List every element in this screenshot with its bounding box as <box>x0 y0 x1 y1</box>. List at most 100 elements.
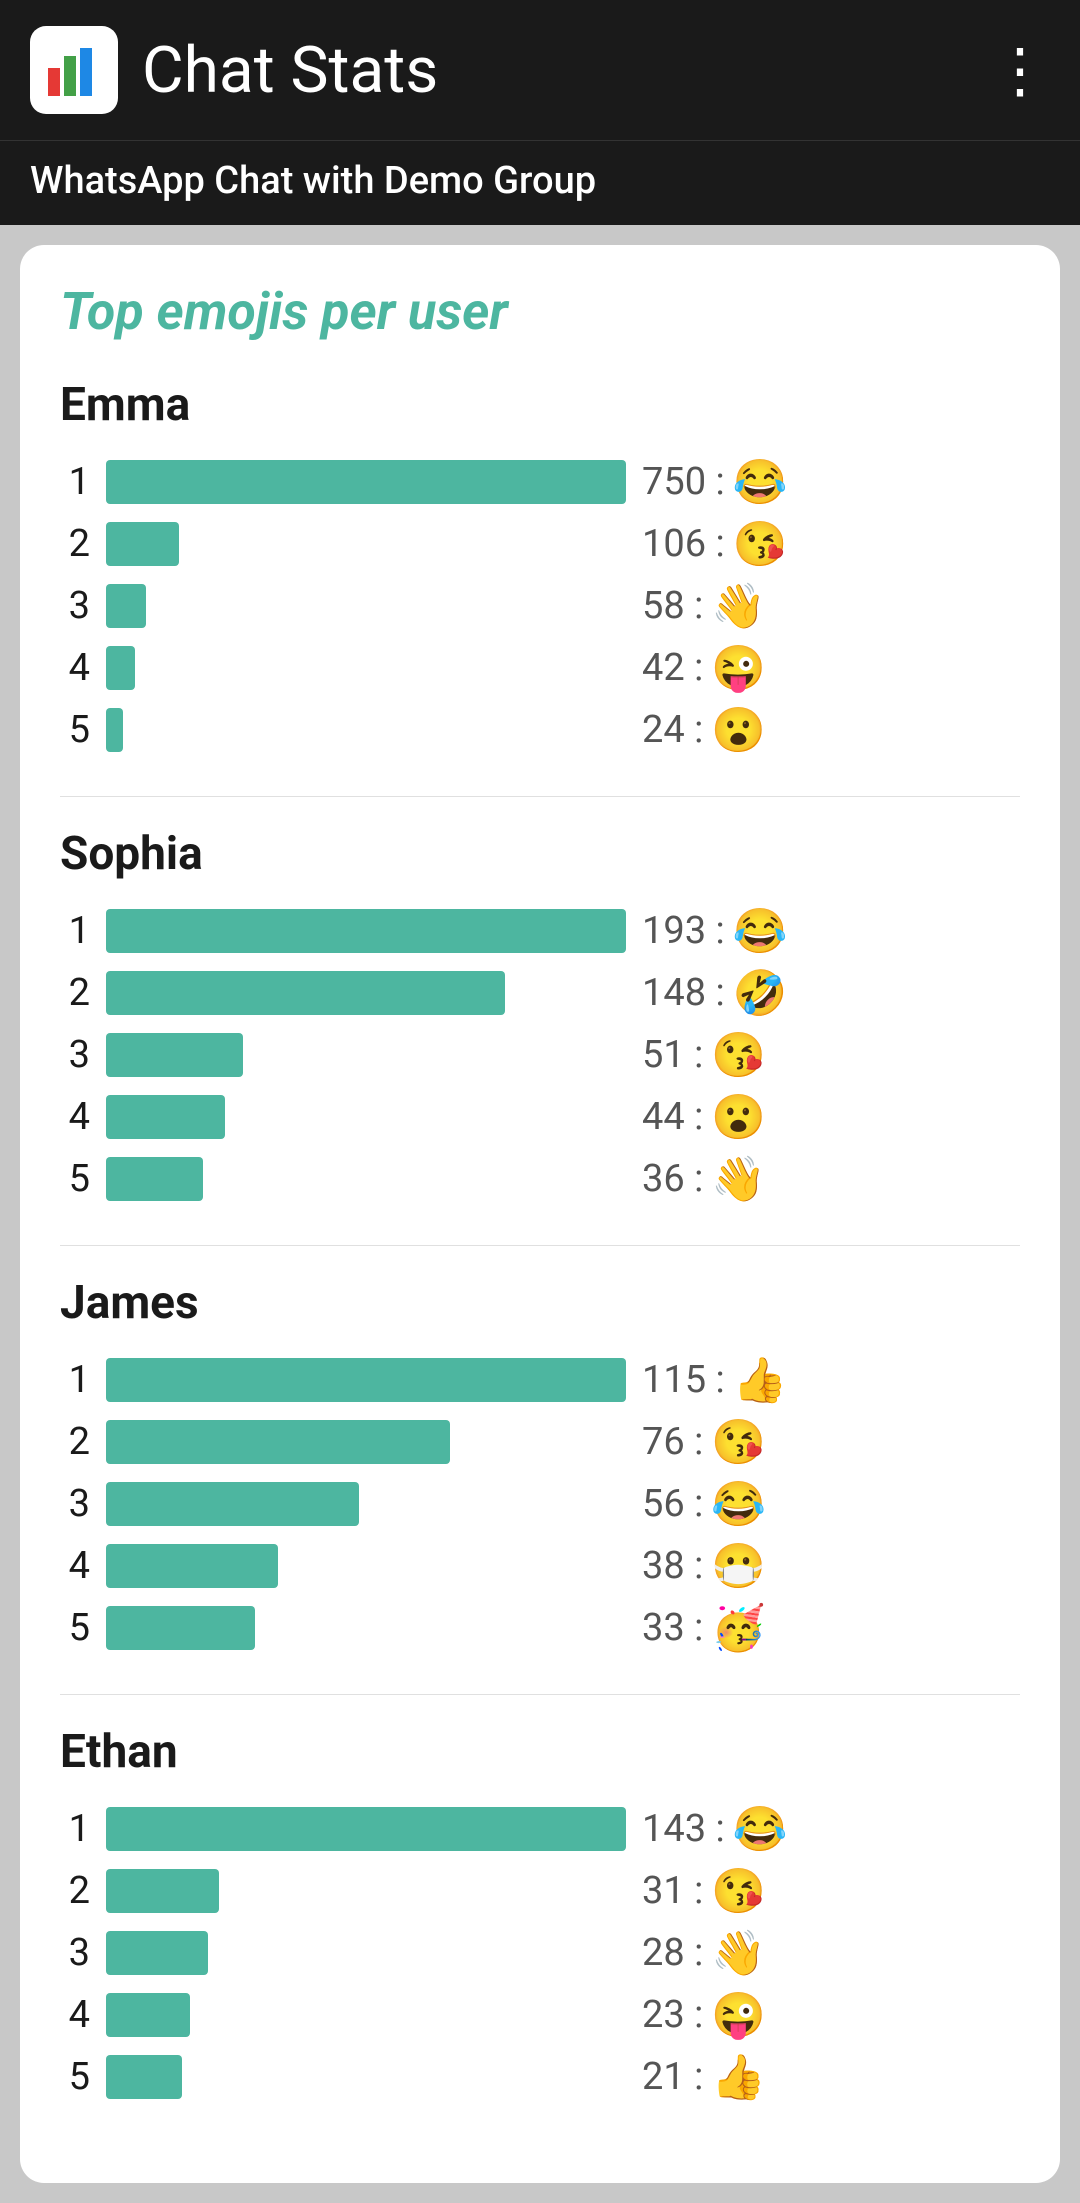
user-name: James <box>60 1276 1020 1330</box>
emoji-row: 2 76 : 😘 <box>60 1416 1020 1468</box>
emoji-row: 5 24 : 😮 <box>60 704 1020 756</box>
emoji-row: 2 106 : 😘 <box>60 518 1020 570</box>
rank-number: 1 <box>60 1807 90 1851</box>
bar <box>106 708 123 752</box>
emoji-row: 4 23 : 😜 <box>60 1989 1020 2041</box>
emoji-icon: 👍 <box>733 1354 788 1406</box>
user-section-ethan: Ethan 1 143 : 😂 2 31 : 😘 <box>60 1725 1020 2103</box>
rank-number: 2 <box>60 522 90 566</box>
bar-container <box>106 1358 626 1402</box>
bar-container <box>106 584 626 628</box>
rank-number: 4 <box>60 1993 90 2037</box>
count-emoji: 24 : 😮 <box>642 704 766 756</box>
bar <box>106 584 146 628</box>
bar-container <box>106 460 626 504</box>
emoji-row: 2 148 : 🤣 <box>60 967 1020 1019</box>
emoji-icon: 😘 <box>733 518 788 570</box>
emoji-icon: 😮 <box>711 1091 766 1143</box>
rank-number: 5 <box>60 1157 90 1201</box>
emoji-icon: 😂 <box>711 1478 766 1530</box>
emoji-icon: 😂 <box>733 1803 788 1855</box>
bar-container <box>106 909 626 953</box>
emoji-row: 1 143 : 😂 <box>60 1803 1020 1855</box>
emoji-icon: 🤣 <box>733 967 788 1019</box>
emoji-row: 4 42 : 😜 <box>60 642 1020 694</box>
bar-container <box>106 1095 626 1139</box>
rank-number: 2 <box>60 1869 90 1913</box>
emoji-row: 3 51 : 😘 <box>60 1029 1020 1081</box>
emoji-rows: 1 750 : 😂 2 106 : 😘 3 <box>60 456 1020 756</box>
bar <box>106 460 626 504</box>
bar <box>106 1358 626 1402</box>
emoji-rows: 1 143 : 😂 2 31 : 😘 3 <box>60 1803 1020 2103</box>
count-emoji: 33 : 🥳 <box>642 1602 766 1654</box>
count-emoji: 750 : 😂 <box>642 456 788 508</box>
bar <box>106 1157 203 1201</box>
bar <box>106 1482 359 1526</box>
section-divider <box>60 1245 1020 1246</box>
app-title: Chat Stats <box>142 33 438 108</box>
count-emoji: 23 : 😜 <box>642 1989 766 2041</box>
bar-container <box>106 1420 626 1464</box>
emoji-icon: 😘 <box>711 1029 766 1081</box>
emoji-row: 1 115 : 👍 <box>60 1354 1020 1406</box>
app-icon <box>30 26 118 114</box>
bar-container <box>106 708 626 752</box>
section-title: Top emojis per user <box>60 281 1020 342</box>
emoji-icon: 👋 <box>711 1927 766 1979</box>
emoji-row: 5 33 : 🥳 <box>60 1602 1020 1654</box>
bar-container <box>106 2055 626 2099</box>
bar <box>106 2055 182 2099</box>
rank-number: 1 <box>60 909 90 953</box>
more-options-icon[interactable]: ⋮ <box>990 35 1050 106</box>
bar-container <box>106 1033 626 1077</box>
count-emoji: 106 : 😘 <box>642 518 788 570</box>
emoji-row: 4 38 : 😷 <box>60 1540 1020 1592</box>
emoji-icon: 👋 <box>711 1153 766 1205</box>
bar <box>106 1033 243 1077</box>
emoji-row: 3 58 : 👋 <box>60 580 1020 632</box>
count-emoji: 44 : 😮 <box>642 1091 766 1143</box>
user-name: Emma <box>60 378 1020 432</box>
bar-container <box>106 971 626 1015</box>
bar <box>106 1420 450 1464</box>
bar-container <box>106 646 626 690</box>
main-content: Top emojis per user Emma 1 750 : 😂 2 106… <box>0 225 1080 2203</box>
emoji-icon: 😮 <box>711 704 766 756</box>
count-emoji: 51 : 😘 <box>642 1029 766 1081</box>
emoji-icon: 😷 <box>711 1540 766 1592</box>
bar-container <box>106 1869 626 1913</box>
rank-number: 5 <box>60 708 90 752</box>
emoji-row: 3 28 : 👋 <box>60 1927 1020 1979</box>
rank-number: 3 <box>60 584 90 628</box>
bar-container <box>106 1993 626 2037</box>
rank-number: 2 <box>60 1420 90 1464</box>
bar <box>106 909 626 953</box>
emoji-icon: 😂 <box>733 905 788 957</box>
emoji-rows: 1 115 : 👍 2 76 : 😘 3 <box>60 1354 1020 1654</box>
count-emoji: 148 : 🤣 <box>642 967 788 1019</box>
emoji-icon: 👍 <box>711 2051 766 2103</box>
count-emoji: 31 : 😘 <box>642 1865 766 1917</box>
emoji-row: 5 21 : 👍 <box>60 2051 1020 2103</box>
rank-number: 3 <box>60 1931 90 1975</box>
section-divider <box>60 1694 1020 1695</box>
bar <box>106 1807 626 1851</box>
emoji-icon: 😘 <box>711 1865 766 1917</box>
emoji-row: 2 31 : 😘 <box>60 1865 1020 1917</box>
bar <box>106 522 179 566</box>
count-emoji: 58 : 👋 <box>642 580 766 632</box>
section-divider <box>60 796 1020 797</box>
user-name: Sophia <box>60 827 1020 881</box>
bar-container <box>106 1482 626 1526</box>
bar <box>106 1606 255 1650</box>
count-emoji: 36 : 👋 <box>642 1153 766 1205</box>
rank-number: 2 <box>60 971 90 1015</box>
bar <box>106 971 505 1015</box>
rank-number: 4 <box>60 1544 90 1588</box>
emoji-icon: 😜 <box>711 1989 766 2041</box>
emoji-row: 1 750 : 😂 <box>60 456 1020 508</box>
bar <box>106 1931 208 1975</box>
bar <box>106 1993 190 2037</box>
emoji-icon: 👋 <box>711 580 766 632</box>
